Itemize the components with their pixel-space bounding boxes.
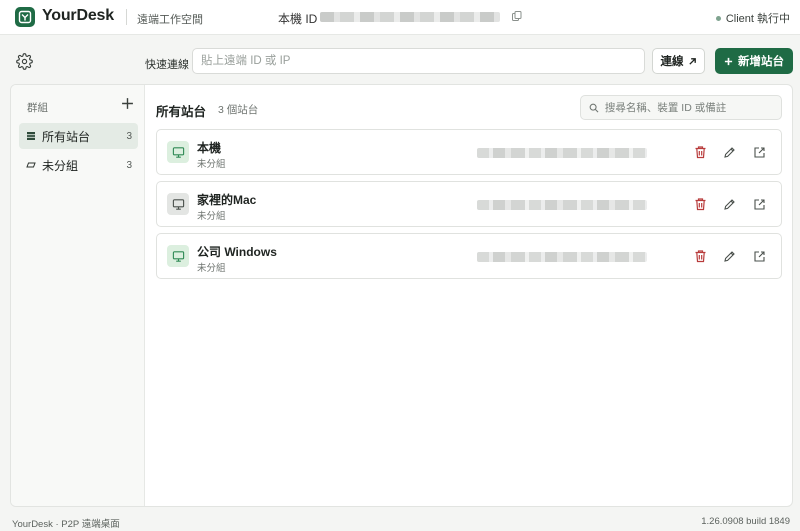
client-status-text: Client 執行中 bbox=[725, 13, 790, 25]
delete-trash-icon[interactable] bbox=[692, 248, 708, 264]
local-id-label: 本機 ID bbox=[278, 12, 318, 26]
group-count: 3 bbox=[126, 159, 132, 171]
monitor-icon bbox=[167, 141, 189, 163]
app-tagline: 遠端工作空間 bbox=[137, 14, 203, 26]
groups-title: 群組 bbox=[27, 102, 48, 114]
device-group: 未分組 bbox=[197, 263, 226, 274]
logo-icon bbox=[15, 7, 35, 27]
group-label: 未分組 bbox=[42, 158, 79, 173]
device-name: 本機 bbox=[197, 141, 222, 155]
search-icon bbox=[589, 103, 599, 112]
group-sidebar: 群組 所有站台 3 未分組 3 bbox=[11, 85, 145, 506]
group-label: 所有站台 bbox=[42, 129, 91, 144]
brand-name: YourDesk bbox=[42, 7, 114, 24]
site-count: 3 個站台 bbox=[218, 104, 259, 116]
edit-pencil-icon[interactable] bbox=[721, 144, 737, 160]
device-group: 未分組 bbox=[197, 159, 226, 170]
arrow-up-right-icon bbox=[688, 57, 696, 65]
device-row[interactable]: 公司 Windows 未分組 bbox=[156, 233, 782, 279]
quick-connect-label: 快速連線 bbox=[145, 59, 189, 71]
add-group-plus-icon[interactable] bbox=[121, 97, 135, 111]
app-header: YourDesk 遠端工作空間 本機 ID Client 執行中 bbox=[0, 0, 800, 35]
open-external-icon[interactable] bbox=[751, 248, 767, 264]
group-item-all-sites[interactable]: 所有站台 3 bbox=[19, 123, 138, 149]
footer-version: 1.26.0908 build 1849 bbox=[701, 516, 790, 527]
open-external-icon[interactable] bbox=[751, 144, 767, 160]
main-panel: 群組 所有站台 3 未分組 3 所有站台 3 個站台 搜尋名稱、裝置 ID 或備… bbox=[10, 84, 793, 507]
list-icon bbox=[25, 130, 37, 142]
group-count: 3 bbox=[126, 130, 132, 142]
header-divider bbox=[126, 9, 127, 25]
device-row[interactable]: 家裡的Mac 未分組 bbox=[156, 181, 782, 227]
search-input[interactable] bbox=[604, 101, 773, 114]
device-id-redacted bbox=[477, 252, 647, 262]
monitor-icon bbox=[167, 193, 189, 215]
monitor-icon bbox=[167, 245, 189, 267]
settings-gear-icon[interactable] bbox=[16, 53, 33, 70]
connect-button[interactable]: 連線 bbox=[652, 48, 705, 74]
status-dot-icon bbox=[715, 15, 721, 21]
device-id-redacted bbox=[477, 200, 647, 210]
device-group: 未分組 bbox=[197, 211, 226, 222]
tag-icon bbox=[25, 159, 37, 171]
device-row[interactable]: 本機 未分組 bbox=[156, 129, 782, 175]
copy-icon[interactable] bbox=[511, 10, 525, 24]
group-item-ungrouped[interactable]: 未分組 3 bbox=[19, 152, 138, 178]
edit-pencil-icon[interactable] bbox=[721, 196, 737, 212]
delete-trash-icon[interactable] bbox=[692, 196, 708, 212]
edit-pencil-icon[interactable] bbox=[721, 248, 737, 264]
device-name: 家裡的Mac bbox=[197, 193, 257, 207]
open-external-icon[interactable] bbox=[751, 196, 767, 212]
quick-connect-input[interactable] bbox=[192, 48, 645, 74]
site-list-area: 所有站台 3 個站台 本機 未分組 bbox=[146, 85, 792, 506]
footer-app-info: YourDesk · P2P 遠端桌面 bbox=[12, 519, 120, 530]
connect-button-label: 連線 bbox=[660, 56, 684, 68]
device-id-redacted bbox=[477, 148, 647, 158]
add-site-button[interactable]: 新增站台 bbox=[715, 48, 793, 74]
client-status: Client 執行中 bbox=[715, 10, 790, 26]
site-search[interactable] bbox=[580, 95, 782, 120]
add-site-button-label: 新增站台 bbox=[738, 56, 784, 68]
device-name: 公司 Windows bbox=[197, 245, 277, 259]
plus-icon bbox=[724, 57, 733, 65]
delete-trash-icon[interactable] bbox=[692, 144, 708, 160]
local-id-value-redacted bbox=[320, 12, 500, 22]
site-list-title: 所有站台 bbox=[156, 105, 207, 119]
